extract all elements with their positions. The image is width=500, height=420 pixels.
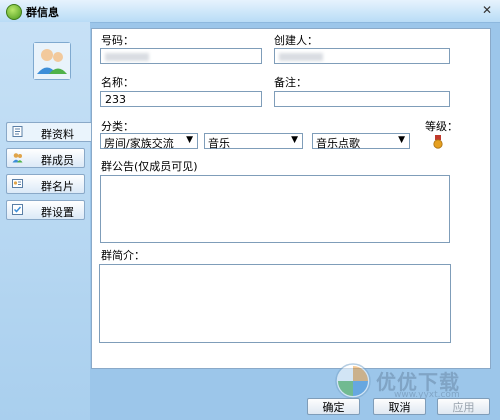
remark-label: 备注： <box>274 76 307 89</box>
group-info-panel: 号码： 创建人： 名称： 233 备注： 分类： 等级： 房间/家族交流 ▼ 音… <box>91 28 491 369</box>
sidebar-item-group-profile[interactable]: 群资料 <box>6 122 93 142</box>
group-avatar-icon <box>34 43 70 79</box>
members-icon <box>12 153 23 163</box>
ok-button[interactable]: 确定 <box>307 398 360 415</box>
intro-label: 群简介： <box>101 249 145 262</box>
apply-button[interactable]: 应用 <box>437 398 490 415</box>
cancel-button[interactable]: 取消 <box>373 398 426 415</box>
sidebar-item-group-settings[interactable]: 群设置 <box>6 200 85 220</box>
sidebar-item-label: 群成员 <box>41 154 74 167</box>
creator-label: 创建人： <box>274 34 318 47</box>
sidebar-item-label: 群名片 <box>41 180 74 193</box>
number-field <box>100 48 262 64</box>
creator-field <box>274 48 450 64</box>
number-label: 号码： <box>101 34 134 47</box>
category-select-2[interactable]: 音乐 ▼ <box>204 133 303 150</box>
notice-label: 群公告(仅成员可见) <box>101 160 198 173</box>
sidebar-item-label: 群设置 <box>41 206 74 219</box>
name-label: 名称： <box>101 76 134 89</box>
intro-textarea[interactable] <box>99 264 451 343</box>
doc-icon <box>12 126 23 137</box>
settings-icon <box>12 204 23 215</box>
group-avatar <box>33 42 71 80</box>
level-medal-icon <box>433 135 443 149</box>
category-label: 分类： <box>101 120 134 133</box>
category-select-3-value: 音乐点歌 <box>316 137 360 150</box>
watermark-text: 优优下载 <box>376 370 460 394</box>
sidebar-item-group-card[interactable]: 群名片 <box>6 174 85 194</box>
number-redacted <box>105 53 149 61</box>
sidebar: 群资料 群成员 群名片 群设置 <box>0 22 93 420</box>
sidebar-item-label: 群资料 <box>41 128 74 141</box>
notice-textarea[interactable] <box>100 175 450 243</box>
app-logo-icon <box>6 4 22 20</box>
creator-redacted <box>279 53 323 61</box>
dropdown-arrow-icon: ▼ <box>291 135 298 145</box>
sidebar-item-group-members[interactable]: 群成员 <box>6 148 85 168</box>
level-label: 等级： <box>425 120 458 133</box>
dropdown-arrow-icon: ▼ <box>398 135 405 145</box>
name-input[interactable]: 233 <box>100 91 262 107</box>
close-button[interactable]: ✕ <box>479 3 495 18</box>
card-icon <box>12 179 23 188</box>
window-title: 群信息 <box>26 6 59 19</box>
category-select-1[interactable]: 房间/家族交流 ▼ <box>100 133 198 150</box>
category-select-2-value: 音乐 <box>208 137 230 150</box>
category-select-3[interactable]: 音乐点歌 ▼ <box>312 133 410 150</box>
remark-input[interactable] <box>274 91 450 107</box>
dropdown-arrow-icon: ▼ <box>186 135 193 145</box>
title-bar[interactable]: 群信息 ✕ <box>0 0 500 23</box>
category-select-1-value: 房间/家族交流 <box>104 137 174 150</box>
